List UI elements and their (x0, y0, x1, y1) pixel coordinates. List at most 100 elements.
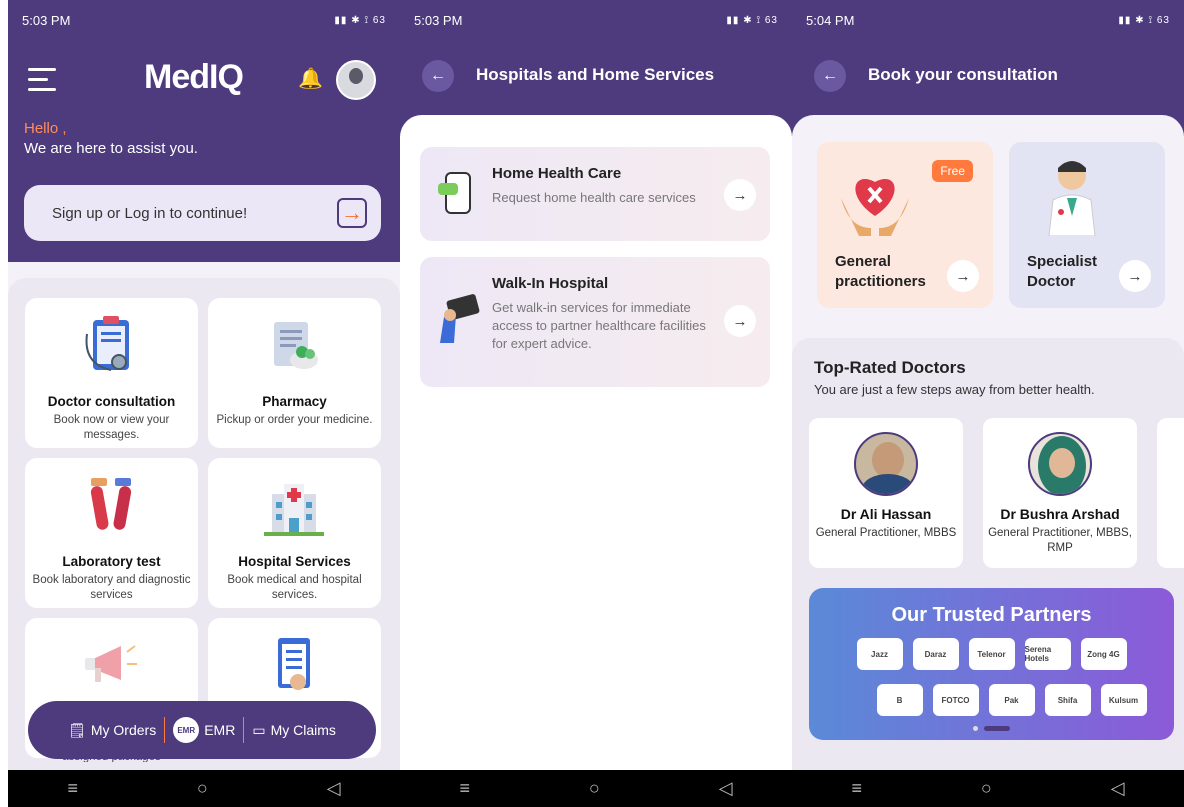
doctor-card[interactable]: Dr Bushra Arshad General Practitioner, M… (983, 418, 1137, 568)
back-triangle-icon[interactable]: ◁ (327, 778, 341, 799)
status-icons: ▮▮ ✱ ⟟ 63 (334, 14, 386, 26)
hospital-services-card[interactable]: Hospital Services Book medical and hospi… (208, 458, 381, 608)
gp-label: General practitioners (835, 253, 926, 290)
emr-label: EMR (204, 722, 236, 738)
partner-logo: Shifa (1044, 684, 1091, 716)
doctor-photo (1028, 432, 1092, 496)
orders-icon: 🗒 (68, 721, 86, 738)
avatar[interactable] (336, 60, 376, 100)
card-title: Doctor consultation (47, 394, 176, 409)
card-desc: Book medical and hospital services. (227, 574, 362, 601)
megaphone-icon (85, 645, 137, 682)
partners-title: Our Trusted Partners (891, 604, 1092, 626)
doctor-avatar-icon (1048, 161, 1096, 236)
booking-screen: 5:04 PM ▮▮ ✱ ⟟ 63 ← Book your consultati… (792, 0, 1184, 807)
card-title: Pharmacy (262, 394, 327, 409)
back-triangle-icon[interactable]: ◁ (1111, 778, 1125, 799)
recents-icon[interactable]: ≡ (851, 778, 862, 799)
status-icons: ▮▮ ✱ ⟟ 63 (1118, 14, 1170, 26)
emr-button[interactable]: EMR EMR (173, 717, 235, 743)
divider (243, 717, 245, 743)
partner-logo: Telenor (968, 638, 1015, 670)
partner-logo: B (876, 684, 923, 716)
status-bar: 5:03 PM ▮▮ ✱ ⟟ 63 (400, 0, 792, 40)
claims-icon: ▭ (252, 721, 266, 738)
specialist-doctor-card[interactable]: Specialist Doctor → (1009, 142, 1165, 308)
hospital-building-icon (264, 484, 324, 536)
card-title: Laboratory test (62, 554, 161, 569)
partner-logo: Kulsum (1100, 684, 1147, 716)
partner-logos-row-1: Jazz Daraz Telenor Serena Hotels Zong 4G (809, 638, 1174, 670)
status-time: 5:03 PM (22, 12, 71, 28)
partner-logo: Pak (988, 684, 1035, 716)
service-desc: Request home health care services (492, 190, 696, 205)
my-orders-button[interactable]: 🗒 My Orders (68, 722, 156, 739)
my-orders-label: My Orders (90, 722, 157, 738)
free-badge: Free (932, 160, 973, 182)
recents-icon[interactable]: ≡ (459, 778, 470, 799)
heart-hands-icon (841, 178, 909, 236)
doctor-name: Dr Ali Hassan (840, 506, 932, 522)
card-desc: Book now or view your messages. (53, 414, 170, 441)
doctor-card-partial[interactable] (1157, 418, 1184, 568)
service-title: Walk-In Hospital (492, 275, 609, 292)
card-title: Hospital Services (238, 554, 351, 569)
bottom-action-bar: 🗒 My Orders EMR EMR ▭ My Claims (28, 701, 376, 759)
emr-icon: EMR (173, 717, 200, 743)
back-arrow-icon[interactable]: ← (422, 60, 454, 92)
test-tubes-icon (90, 478, 132, 530)
service-title: Home Health Care (492, 165, 622, 182)
partner-logo: Daraz (912, 638, 959, 670)
section-title: Top-Rated Doctors (814, 358, 966, 377)
doctor-qualification: General Practitioner, MBBS (815, 527, 957, 539)
partner-logo: Zong 4G (1080, 638, 1127, 670)
partner-logos-row-2: B FOTCO Pak Shifa Kulsum (849, 684, 1174, 716)
status-time: 5:04 PM (806, 12, 855, 28)
assist-text: We are here to assist you. (24, 140, 198, 157)
phone-chat-icon (438, 172, 471, 214)
partner-logo: Jazz (856, 638, 903, 670)
doctor-qualification: General Practitioner, MBBS, RMP (988, 527, 1132, 554)
status-bar: 5:03 PM ▮▮ ✱ ⟟ 63 (8, 0, 400, 40)
specialist-label: Specialist Doctor (1027, 253, 1098, 290)
hospitals-screen: 5:03 PM ▮▮ ✱ ⟟ 63 ← Hospitals and Home S… (400, 0, 792, 807)
back-triangle-icon[interactable]: ◁ (719, 778, 733, 799)
service-desc: Get walk-in services for immediate acces… (492, 300, 706, 351)
login-icon: → (337, 198, 367, 228)
general-practitioners-card[interactable]: Free General practitioners → (817, 142, 993, 308)
home-icon[interactable]: ○ (589, 778, 600, 799)
back-arrow-icon[interactable]: ← (814, 60, 846, 92)
carousel-dots[interactable] (973, 726, 1010, 731)
app-logo: MedIQ (144, 58, 244, 96)
home-icon[interactable]: ○ (981, 778, 992, 799)
arrow-right-icon[interactable]: → (1119, 260, 1151, 292)
bell-icon[interactable]: 🔔 (298, 66, 323, 90)
arrow-right-icon[interactable]: → (724, 305, 756, 337)
pharmacy-card[interactable]: Pharmacy Pickup or order your medicine. (208, 298, 381, 448)
laboratory-test-card[interactable]: Laboratory test Book laboratory and diag… (25, 458, 198, 608)
doctor-name: Dr Bushra Arshad (1000, 506, 1120, 522)
android-nav-bar: ≡ ○ ◁ (8, 770, 400, 807)
checklist-icon (278, 638, 310, 690)
section-subtitle: You are just a few steps away from bette… (814, 382, 1095, 397)
menu-icon[interactable] (28, 68, 56, 98)
divider (164, 717, 166, 743)
arrow-right-icon[interactable]: → (947, 260, 979, 292)
arrow-right-icon[interactable]: → (724, 179, 756, 211)
card-hand-icon (440, 294, 480, 343)
recents-icon[interactable]: ≡ (67, 778, 78, 799)
my-claims-button[interactable]: ▭ My Claims (252, 722, 336, 739)
greeting: Hello , (24, 120, 67, 137)
android-nav-bar: ≡ ○ ◁ (792, 770, 1184, 807)
home-icon[interactable]: ○ (197, 778, 208, 799)
home-screen: 5:03 PM ▮▮ ✱ ⟟ 63 MedIQ 🔔 Hello , We are… (8, 0, 400, 807)
android-nav-bar: ≡ ○ ◁ (400, 770, 792, 807)
doctor-card[interactable]: Dr Ali Hassan General Practitioner, MBBS (809, 418, 963, 568)
login-button[interactable]: Sign up or Log in to continue! → (24, 185, 381, 241)
walk-in-hospital-card[interactable]: Walk-In Hospital Get walk-in services fo… (420, 257, 770, 387)
doctor-photo (854, 432, 918, 496)
home-health-care-card[interactable]: Home Health Care Request home health car… (420, 147, 770, 241)
card-desc: Book laboratory and diagnostic services (32, 574, 191, 601)
partner-logo: Serena Hotels (1024, 638, 1071, 670)
doctor-consultation-card[interactable]: Doctor consultation Book now or view you… (25, 298, 198, 448)
